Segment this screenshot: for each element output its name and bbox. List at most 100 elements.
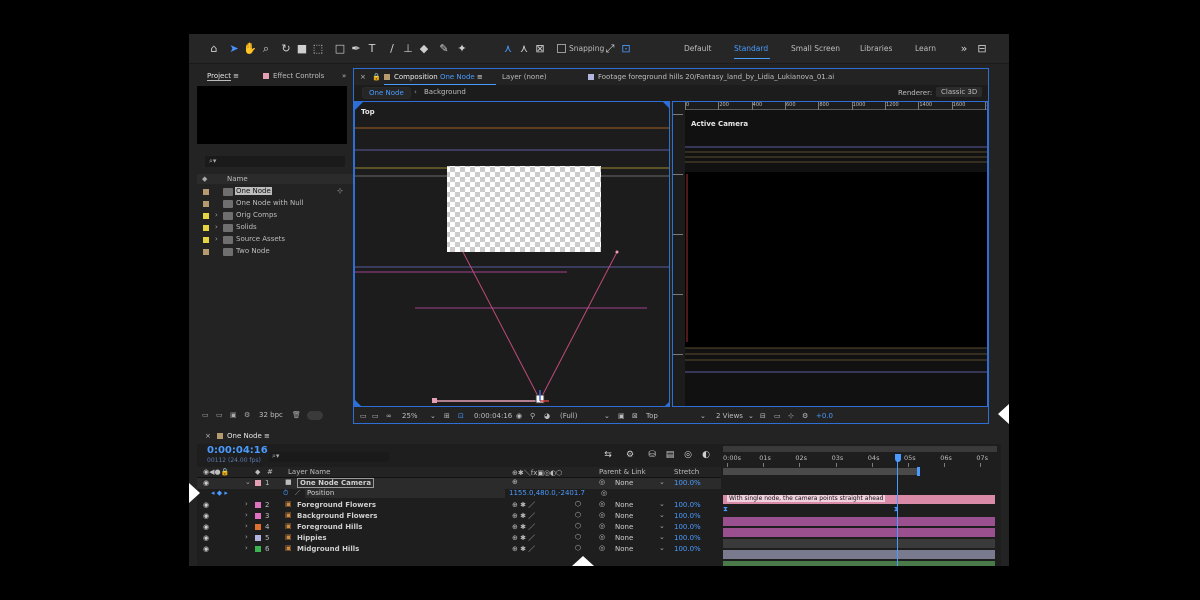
pick-whip-icon[interactable]: ◎: [599, 544, 605, 552]
renderer-button[interactable]: Classic 3D: [936, 87, 983, 97]
flowchart-icon[interactable]: ⊹: [337, 187, 343, 195]
chevron-right-icon[interactable]: ›: [215, 211, 218, 219]
chevron-down-icon[interactable]: ⌄: [245, 478, 251, 486]
rectangle-tool-icon[interactable]: □: [333, 42, 347, 56]
project-item[interactable]: One Node with Null: [197, 198, 353, 210]
layer-name[interactable]: Midground Hills: [297, 545, 359, 553]
interpret-footage-icon[interactable]: ▭: [202, 411, 209, 419]
visibility-eye-icon[interactable]: ◉: [203, 501, 209, 509]
timeline-current-time[interactable]: 0:00:04:16: [207, 445, 268, 456]
clone-stamp-tool-icon[interactable]: ⊥: [401, 42, 415, 56]
layer-switches-icon[interactable]: ⊕ ✱ ／: [512, 544, 535, 554]
comp-mini-flowchart-icon[interactable]: ⇆: [601, 448, 615, 462]
zoom-tool-icon[interactable]: ⌕: [259, 42, 273, 56]
brush-tool-icon[interactable]: /: [385, 42, 399, 56]
layer-duration-bar[interactable]: [723, 517, 995, 526]
workspace-learn[interactable]: Learn: [915, 44, 936, 53]
workspace-small-screen[interactable]: Small Screen: [791, 44, 840, 53]
pick-whip-icon[interactable]: ◎: [599, 478, 605, 486]
chevron-right-icon[interactable]: ›: [215, 223, 218, 231]
position-value[interactable]: 1155.0,480.0,-2401.7: [509, 489, 585, 497]
current-time-display[interactable]: 0:00:04:16: [474, 412, 512, 420]
stretch-value[interactable]: 100.0%: [674, 523, 701, 531]
home-icon[interactable]: ⌂: [207, 42, 221, 56]
stretch-value[interactable]: 100.0%: [674, 479, 701, 487]
layer-label-swatch[interactable]: [255, 546, 261, 552]
3d-layer-icon[interactable]: ⬡: [575, 511, 581, 519]
timeline-icon[interactable]: ▭: [774, 412, 781, 420]
layer-label-swatch[interactable]: [255, 480, 261, 486]
layer-switches-icon[interactable]: ⊕: [512, 478, 518, 486]
eraser-tool-icon[interactable]: ◆: [417, 42, 431, 56]
pick-whip-icon[interactable]: ◎: [599, 533, 605, 541]
snapping-checkbox[interactable]: [557, 44, 566, 53]
toggle-transparency-icon[interactable]: ▣: [618, 412, 625, 420]
pick-whip-icon[interactable]: ◎: [599, 522, 605, 530]
3d-layer-icon[interactable]: ⬡: [575, 522, 581, 530]
reset-exposure-icon[interactable]: ⚙: [802, 412, 808, 420]
layer-row[interactable]: ◉ › 6 ▣ Midground Hills ⊕ ✱ ／ ⬡ ◎ None ⌄ 100.0%: [197, 544, 721, 555]
3d-layer-icon[interactable]: ⬡: [575, 533, 581, 541]
parent-dropdown[interactable]: None: [615, 512, 633, 520]
snap-edge-icon[interactable]: ⊡: [619, 42, 633, 56]
more-workspaces-icon[interactable]: »: [957, 42, 971, 56]
tab-timeline-one-node[interactable]: One Node ≡: [217, 432, 270, 440]
keyframe-start[interactable]: ⧗: [723, 505, 728, 514]
graph-icon[interactable]: ⟋: [295, 489, 300, 498]
layer-name[interactable]: Hippies: [297, 534, 327, 542]
local-axis-mode-icon[interactable]: ⋏: [501, 42, 515, 56]
breadcrumb-background[interactable]: Background: [424, 88, 466, 96]
camera-handle[interactable]: [432, 398, 437, 403]
layer-name[interactable]: Foreground Hills: [297, 523, 362, 531]
label-swatch[interactable]: [203, 237, 209, 243]
show-snapshot-icon[interactable]: ⚲: [530, 412, 535, 420]
layer-label-swatch[interactable]: [255, 524, 261, 530]
bpc-label[interactable]: 32 bpc: [259, 411, 283, 419]
3d-layer-icon[interactable]: ⬡: [575, 500, 581, 508]
layer-label-swatch[interactable]: [255, 535, 261, 541]
fast-previews-icon[interactable]: ⊠: [632, 412, 638, 420]
layer-duration-bar[interactable]: [723, 528, 995, 537]
project-item[interactable]: Two Node: [197, 246, 353, 258]
label-swatch[interactable]: [203, 213, 209, 219]
layer-duration-bar[interactable]: [723, 550, 995, 559]
view-layout-dropdown[interactable]: 2 Views: [716, 412, 743, 420]
layer-name[interactable]: Background Flowers: [297, 512, 377, 520]
always-preview-icon[interactable]: ▭: [360, 412, 367, 420]
camera-tool-icon[interactable]: ■: [295, 42, 309, 56]
magnification-dropdown[interactable]: 25%: [402, 412, 418, 420]
parent-dropdown[interactable]: None: [615, 534, 633, 542]
visibility-eye-icon[interactable]: ◉: [203, 545, 209, 553]
title-action-safe-icon[interactable]: ⊞: [444, 412, 450, 420]
layer-row[interactable]: ◉ › 5 ▣ Hippies ⊕ ✱ ／ ⬡ ◎ None ⌄ 100.0%: [197, 533, 721, 544]
layer-duration-bar[interactable]: [723, 539, 995, 548]
timeline-search-input[interactable]: ⌕▾: [269, 452, 389, 462]
layer-switches-icon[interactable]: ⊕ ✱ ／: [512, 511, 535, 521]
parent-dropdown[interactable]: None: [615, 523, 633, 531]
project-item[interactable]: › Solids: [197, 222, 353, 234]
label-swatch[interactable]: [203, 201, 209, 207]
project-item[interactable]: › Source Assets: [197, 234, 353, 246]
render-toggle[interactable]: [307, 411, 323, 420]
breadcrumb-one-node[interactable]: One Node: [362, 87, 411, 99]
region-of-interest-icon[interactable]: ⊡: [458, 412, 464, 420]
layer-switches-icon[interactable]: ⊕ ✱ ／: [512, 533, 535, 543]
channel-icon[interactable]: ◕: [544, 412, 550, 420]
selection-tool-icon[interactable]: ➤: [227, 42, 241, 56]
puppet-pin-tool-icon[interactable]: ✦: [455, 42, 469, 56]
label-swatch[interactable]: [203, 189, 209, 195]
shy-layers-icon[interactable]: ⛁: [645, 448, 659, 462]
lock-icon[interactable]: 🔒: [372, 73, 381, 81]
pan-behind-tool-icon[interactable]: ⬚: [311, 42, 325, 56]
workspace-standard[interactable]: Standard: [734, 44, 768, 53]
layer-name[interactable]: One Node Camera: [297, 478, 375, 488]
top-view-viewport[interactable]: Top: [354, 101, 670, 407]
project-settings-icon[interactable]: ⚙: [244, 411, 250, 419]
active-camera-viewport[interactable]: 0 200 400 600 800 1000 1200 1400 1600 1800 Active…: [672, 101, 988, 407]
layer-name[interactable]: Foreground Flowers: [297, 501, 376, 509]
workspace-default[interactable]: Default: [684, 44, 711, 53]
3d-view-dropdown[interactable]: Top: [646, 412, 658, 420]
layer-duration-bar[interactable]: [723, 561, 995, 566]
layer-row[interactable]: ◉ › 2 ▣ Foreground Flowers ⊕ ✱ ／ ⬡ ◎ None ⌄ 100.0%: [197, 500, 721, 511]
tab-footage[interactable]: Footage foreground hills 20/Fantasy_land…: [588, 73, 834, 81]
